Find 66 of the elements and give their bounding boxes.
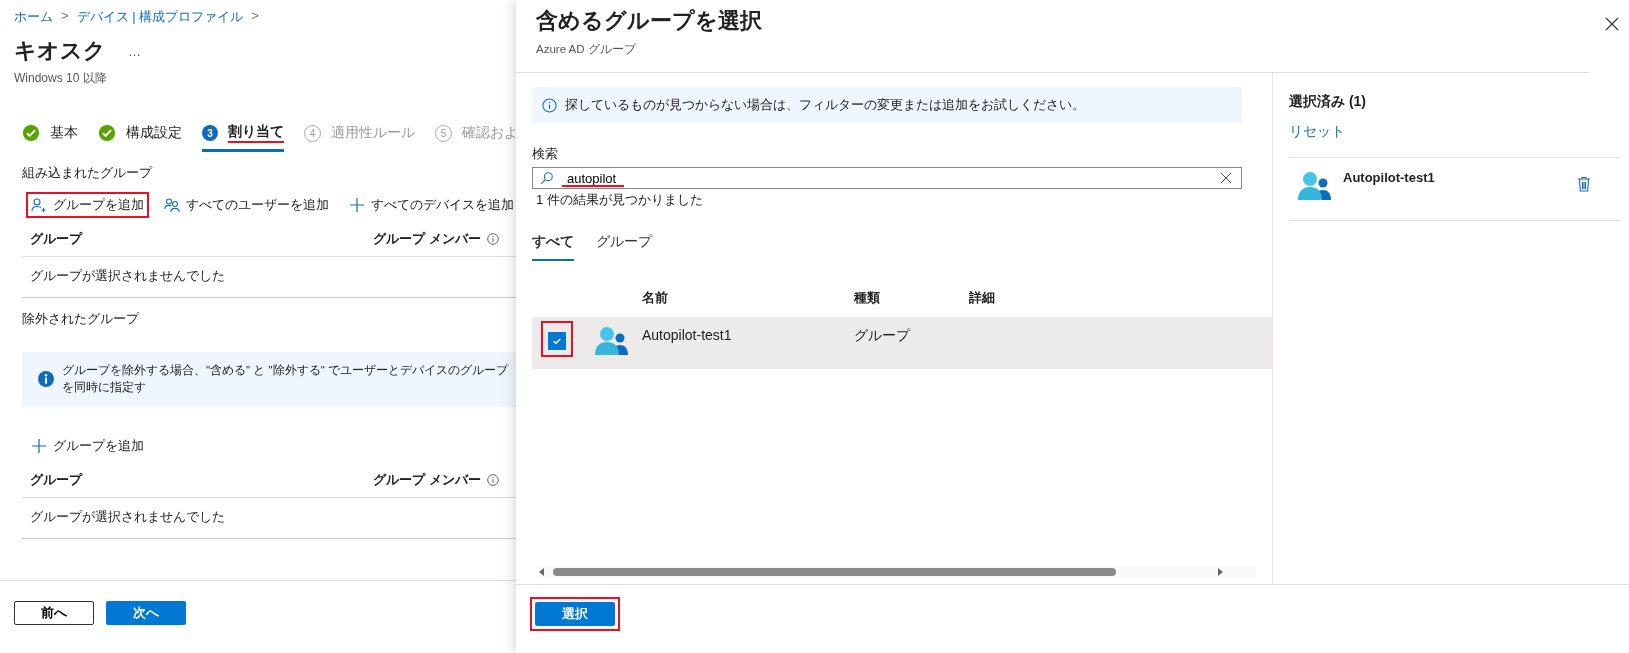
banner-text: 探しているものが見つからない場合は、フィルターの変更または追加をお試しください。: [565, 96, 1085, 114]
add-button[interactable]: すべてのデバイスを追加: [344, 192, 519, 218]
selected-group-name: Autopilot-test1: [1343, 170, 1436, 185]
step-label: 適用性ルール: [331, 124, 415, 142]
wizard-step[interactable]: 基本: [22, 123, 78, 152]
info-icon: [38, 371, 54, 388]
column-header: 種類: [854, 289, 881, 307]
plus-icon: [31, 437, 47, 454]
page-title: キオスク: [14, 37, 106, 65]
add-button[interactable]: グループを追加: [26, 432, 149, 459]
reset-link[interactable]: リセット: [1289, 123, 1629, 141]
table-cell-text: グループ: [854, 326, 912, 345]
wizard-step[interactable]: 構成設定: [98, 123, 182, 152]
breadcrumb-link[interactable]: デバイス | 構成プロファイル: [76, 8, 244, 26]
table-cell-text: Autopilot-test1: [642, 326, 733, 343]
tab[interactable]: すべて: [532, 229, 574, 261]
column-header: グループ: [30, 230, 84, 248]
panel-subtitle: Azure AD グループ: [536, 42, 638, 57]
step-number: 3: [202, 125, 218, 141]
horizontal-scrollbar[interactable]: [536, 566, 1256, 578]
wizard-step[interactable]: 3 割り当て: [202, 123, 284, 152]
empty-message: グループが選択されませんでした: [30, 268, 225, 283]
info-icon: [486, 233, 499, 245]
breadcrumb-separator: >: [61, 8, 69, 25]
column-header: グループ メンバー: [373, 470, 481, 489]
group-icon: [594, 325, 630, 355]
empty-message: グループが選択されませんでした: [30, 508, 225, 524]
plus-icon: [349, 197, 365, 213]
next-button[interactable]: 次へ: [106, 601, 186, 625]
previous-button[interactable]: 前へ: [14, 601, 94, 625]
search-icon: [540, 171, 554, 185]
result-row[interactable]: Autopilot-test1 グループ: [532, 317, 1272, 369]
step-label: 構成設定: [126, 124, 182, 142]
select-button[interactable]: 選択: [535, 602, 615, 626]
column-header: グループ: [30, 470, 84, 489]
search-field[interactable]: autopilot: [532, 167, 1242, 189]
panel-title: 含めるグループを選択: [536, 7, 762, 35]
section-heading: 除外されたグループ: [21, 310, 141, 328]
clear-icon[interactable]: [1220, 172, 1232, 184]
breadcrumb-separator: >: [251, 8, 259, 25]
breadcrumb-link[interactable]: ホーム: [14, 8, 53, 26]
column-header: グループ メンバー: [373, 230, 481, 248]
step-label: 基本: [50, 124, 78, 142]
check-circle-icon: [22, 124, 40, 142]
banner-text: グループを除外する場合、"含める" と "除外する" でユーザーとデバイスのグループを同時に指定す: [62, 363, 510, 396]
step-label: 確認およ: [462, 124, 516, 142]
add-button[interactable]: すべてのユーザーを追加: [159, 192, 334, 218]
selected-heading: 選択済み (1): [1289, 93, 1367, 111]
tab[interactable]: グループ: [596, 229, 652, 261]
checkbox[interactable]: [548, 332, 566, 350]
search-label: 検索: [532, 145, 559, 163]
info-icon: [486, 473, 499, 486]
people-icon: [164, 197, 180, 213]
section-heading: 組み込まれたグループ: [21, 164, 154, 182]
add-person-icon: [31, 197, 47, 213]
info-icon: [542, 97, 557, 113]
group-icon: [1297, 170, 1333, 200]
step-label: 割り当て: [228, 123, 284, 143]
page-subtitle: Windows 10 以降: [13, 70, 108, 87]
result-count: 1 件の結果が見つかりました: [535, 191, 704, 209]
more-button[interactable]: …: [128, 43, 141, 59]
check-circle-icon: [98, 124, 116, 142]
column-header: 名前: [642, 289, 669, 307]
column-header: 詳細: [969, 289, 995, 307]
add-button[interactable]: グループを追加: [26, 192, 149, 218]
check-icon: [552, 336, 562, 346]
